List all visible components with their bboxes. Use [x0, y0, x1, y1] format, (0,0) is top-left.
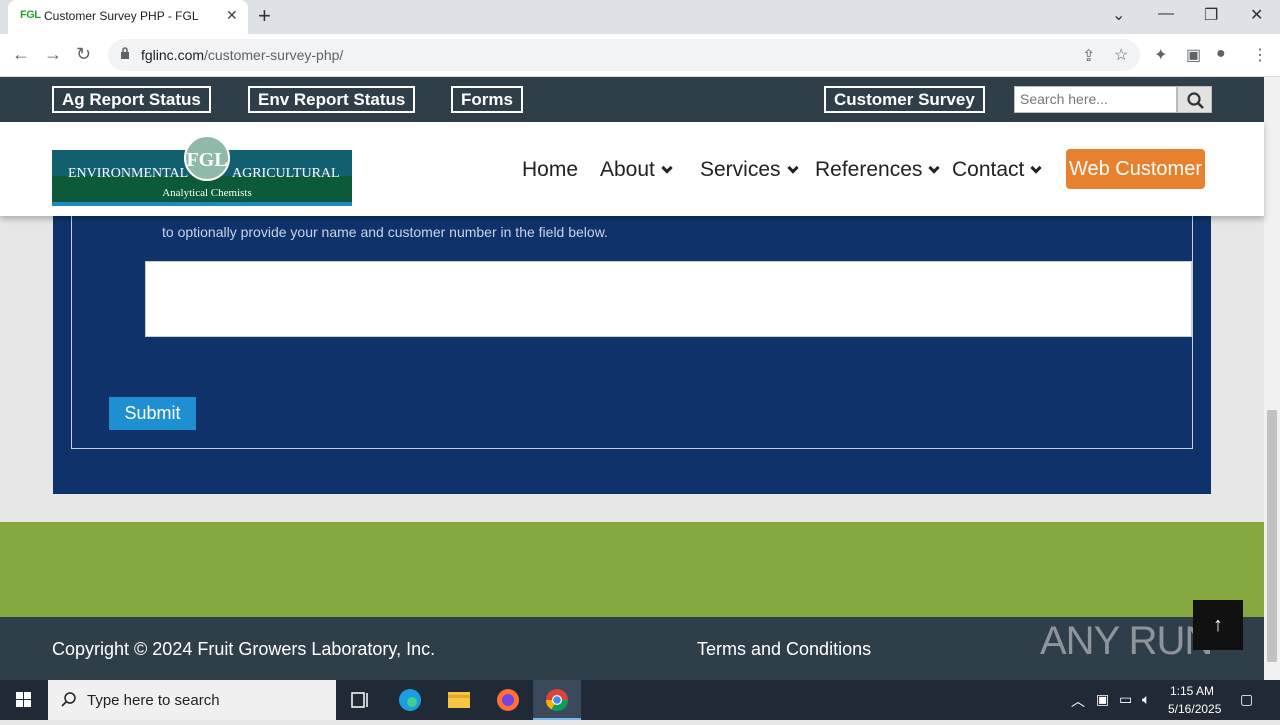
site-top-bar: Ag Report Status Env Report Status Forms… [0, 77, 1264, 122]
logo-left-text: ENVIRONMENTAL [68, 166, 188, 181]
lock-icon [121, 47, 129, 59]
logo-right-text: AGRICULTURAL [232, 166, 340, 181]
chrome-icon[interactable] [533, 680, 581, 720]
window-close-icon[interactable]: ✕ [1250, 5, 1263, 25]
bookmark-star-icon[interactable]: ☆ [1114, 45, 1128, 65]
close-tab-icon[interactable]: ✕ [226, 7, 238, 24]
comment-field-description: to optionally provide your name and cust… [162, 224, 608, 240]
edge-browser-icon[interactable] [386, 680, 434, 720]
fgl-logo[interactable]: FGL ENVIRONMENTAL AGRICULTURAL Analytica… [52, 136, 352, 206]
chevron-down-icon [928, 162, 941, 174]
customer-survey-button[interactable]: Customer Survey [824, 86, 985, 113]
logo-sub-text: Analytical Chemists [162, 187, 252, 199]
notification-icon[interactable]: ▢ [1240, 691, 1253, 708]
site-footer: Copyright © 2024 Fruit Growers Laborator… [0, 600, 1264, 680]
extensions-puzzle-icon[interactable]: ✦ [1154, 45, 1167, 65]
scroll-to-top-button[interactable]: ↑ [1193, 600, 1243, 650]
scrollbar-thumb[interactable] [1267, 410, 1277, 662]
site-search-input[interactable]: Search here... [1014, 86, 1177, 113]
footer-green-band [0, 522, 1264, 617]
volume-icon[interactable]: 🔈︎ [1142, 691, 1150, 708]
web-customer-button[interactable]: Web Customer [1066, 149, 1205, 189]
restore-icon[interactable]: ❐ [1204, 5, 1218, 25]
tab-title: Customer Survey PHP - FGL [44, 9, 199, 23]
url-text: fglinc.com/customer-survey-php/ [141, 47, 344, 63]
fgl-favicon-icon: FGL [20, 9, 41, 21]
browser-menu-icon[interactable]: ⋮ [1252, 45, 1268, 65]
browser-tab[interactable]: FGL Customer Survey PHP - FGL ✕ [8, 0, 248, 34]
clock-date[interactable]: 5/16/2025 [1168, 702, 1221, 716]
site-search-button[interactable] [1177, 86, 1212, 113]
taskbar-search-placeholder: Type here to search [87, 692, 220, 709]
ag-report-status-button[interactable]: Ag Report Status [52, 86, 211, 113]
env-report-status-button[interactable]: Env Report Status [248, 86, 416, 113]
chevron-down-icon [661, 162, 673, 174]
nav-about[interactable]: About [600, 158, 673, 182]
magnifier-icon [1187, 92, 1204, 109]
nav-home[interactable]: Home [522, 158, 578, 182]
survey-form-section: to optionally provide your name and cust… [53, 200, 1211, 494]
terms-link[interactable]: Terms and Conditions [697, 639, 871, 660]
page-scrollbar[interactable] [1264, 77, 1280, 680]
back-arrow-icon[interactable]: ← [12, 44, 30, 65]
browser-toolbar: ← → ↻ fglinc.com/customer-survey-php/ ⇪ … [0, 34, 1280, 77]
clock-time[interactable]: 1:15 AM [1170, 684, 1214, 698]
firefox-icon[interactable] [484, 680, 532, 720]
taskbar-search-box[interactable]: Type here to search [48, 680, 336, 720]
site-header: FGL ENVIRONMENTAL AGRICULTURAL Analytica… [0, 122, 1264, 216]
file-explorer-icon[interactable] [435, 680, 483, 720]
logo-badge-text: FGL [186, 149, 227, 171]
search-icon [61, 692, 76, 707]
survey-form: to optionally provide your name and cust… [71, 200, 1193, 449]
chevron-down-icon [786, 162, 799, 174]
copyright-text: Copyright © 2024 Fruit Growers Laborator… [52, 639, 436, 659]
submit-button[interactable]: Submit [109, 397, 196, 430]
forms-button[interactable]: Forms [451, 86, 523, 113]
share-icon[interactable]: ⇪ [1082, 46, 1095, 66]
windows-taskbar: Type here to search ︿ ▣ ▭ 🔈︎ 1:15 AM 5/1… [0, 680, 1280, 720]
profile-avatar-icon[interactable]: ● [1216, 45, 1226, 63]
minimize-icon[interactable]: — [1158, 5, 1174, 23]
task-view-icon[interactable] [336, 680, 384, 720]
browser-tab-strip: FGL Customer Survey PHP - FGL ✕ + ⌄ — ❐ … [0, 0, 1280, 34]
nav-contact[interactable]: Contact [952, 158, 1043, 182]
forward-arrow-icon[interactable]: → [44, 44, 62, 65]
address-bar[interactable]: fglinc.com/customer-survey-php/ ⇪ ☆ [108, 39, 1140, 71]
new-tab-icon[interactable]: + [258, 3, 271, 29]
side-panel-icon[interactable]: ▣ [1186, 45, 1201, 65]
tray-app-icon[interactable]: ▣ [1096, 691, 1109, 708]
anyrun-watermark: ANY RUN [1040, 619, 1213, 663]
windows-logo-icon [16, 692, 31, 707]
chevron-down-icon [1030, 162, 1043, 174]
nav-services[interactable]: Services [700, 158, 799, 182]
network-icon[interactable]: ▭ [1119, 691, 1132, 708]
start-button[interactable] [0, 680, 48, 720]
reload-icon[interactable]: ↻ [76, 44, 91, 65]
tab-search-chevron-icon[interactable]: ⌄ [1112, 5, 1125, 25]
tray-overflow-chevron-icon[interactable]: ︿ [1071, 691, 1085, 711]
nav-references[interactable]: References [815, 158, 941, 182]
comments-textarea[interactable] [145, 261, 1192, 337]
